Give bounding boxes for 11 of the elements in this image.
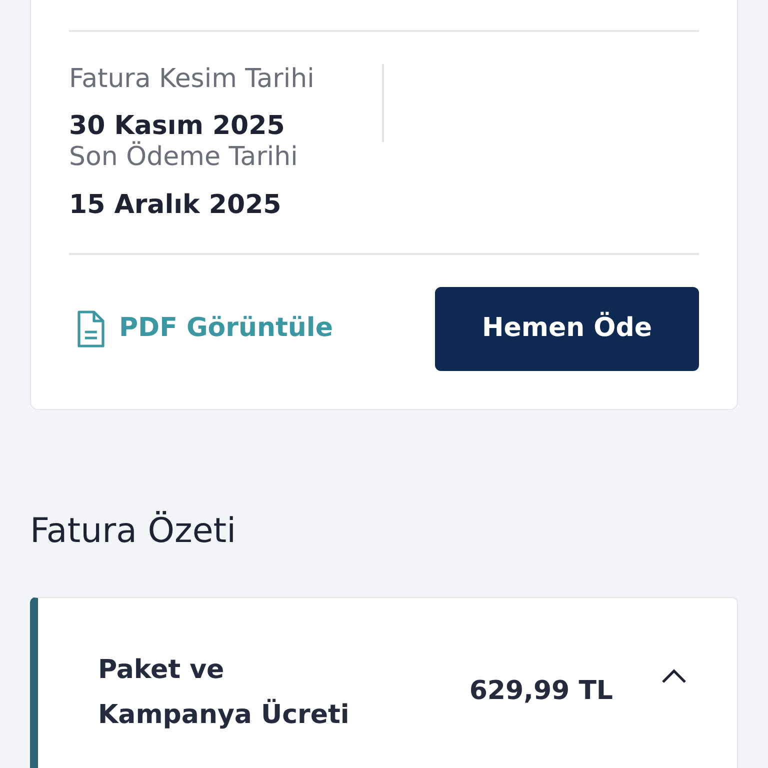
pay-button[interactable]: Hemen Öde xyxy=(435,286,699,371)
chevron-icon[interactable] xyxy=(661,668,687,684)
date-value: 15 Aralık 2025 xyxy=(69,190,282,221)
date-value: 30 Kasım 2025 xyxy=(69,111,286,142)
summary-card[interactable]: Paket ve Kampanya Ücreti 629,99 TL xyxy=(30,596,738,768)
date-label: Son Ödeme Tarihi xyxy=(69,142,299,174)
section-title: Fatura Özeti xyxy=(30,510,238,553)
document-icon xyxy=(77,310,105,348)
date-label: Fatura Kesim Tarihi xyxy=(69,64,316,96)
item-amount: 629,99 TL xyxy=(469,674,613,708)
item-label: Paket ve Kampanya Ücreti xyxy=(98,654,350,732)
